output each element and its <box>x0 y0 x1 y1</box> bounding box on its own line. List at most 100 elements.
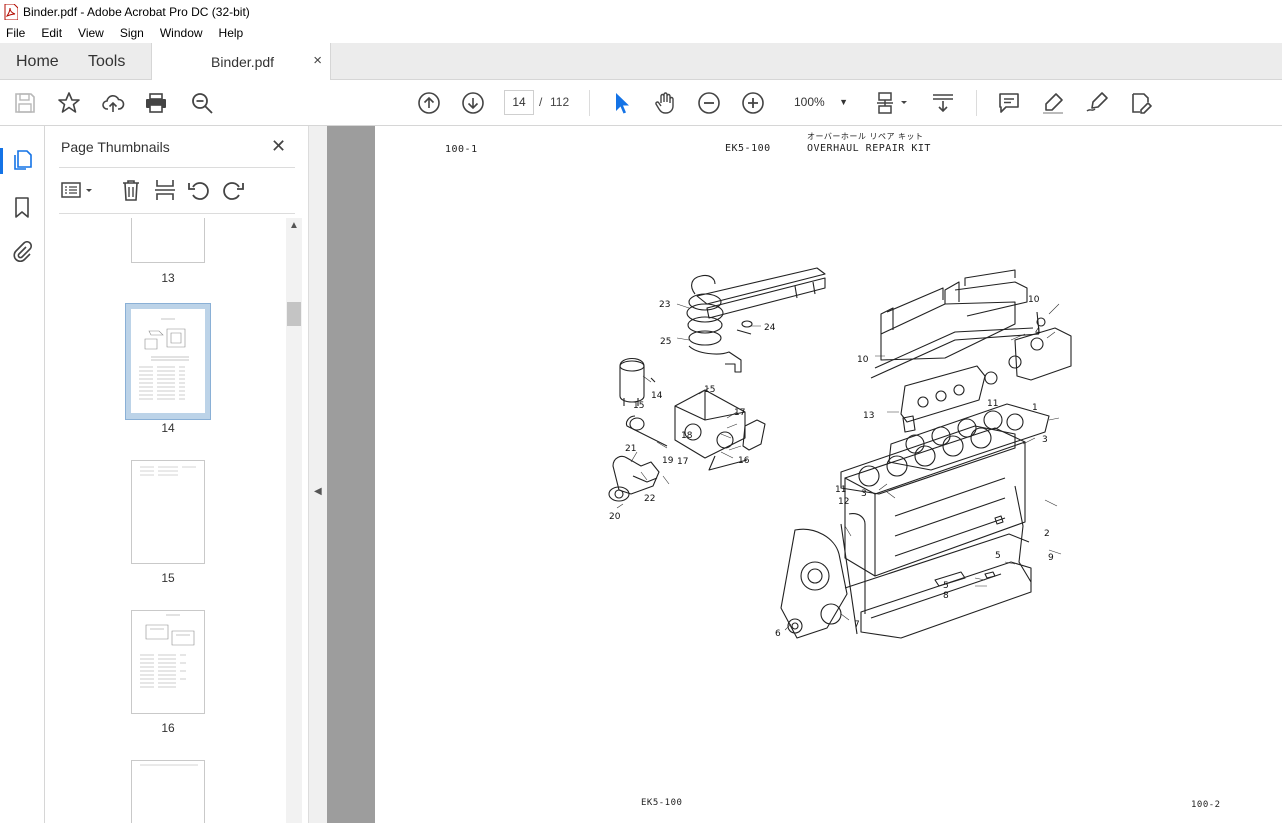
menu-sign[interactable]: Sign <box>118 26 146 40</box>
page-total: 112 <box>550 95 570 109</box>
callout-11: 11 <box>987 399 998 409</box>
draw-sign-icon[interactable] <box>1085 91 1109 115</box>
page-thumbnail[interactable] <box>131 760 205 823</box>
callout-3: 3 <box>1042 435 1048 445</box>
panel-collapse-strip[interactable]: ◀ <box>308 126 327 823</box>
page-fit-icon[interactable] <box>876 91 912 115</box>
save-icon[interactable] <box>13 91 37 115</box>
callout-25: 25 <box>660 337 671 347</box>
scrollbar-thumb[interactable] <box>287 302 301 326</box>
document-view[interactable]: 100-1 EK5-100 オーバーホール リペア キット OVERHAUL R… <box>327 126 1282 823</box>
page-thumbnail[interactable] <box>131 460 205 564</box>
thumbnail-preview <box>140 466 196 476</box>
callout-8: 8 <box>943 591 949 601</box>
highlight-pen-icon[interactable] <box>1041 91 1065 115</box>
cloud-upload-icon[interactable] <box>101 91 125 115</box>
edit-pdf-icon[interactable] <box>1129 91 1153 115</box>
exploded-parts-diagram: 1 2 3 3 4 5 5 6 7 8 9 10 10 11 11 12 13 … <box>608 267 1072 639</box>
callout-12: 12 <box>838 497 849 507</box>
callout-22: 22 <box>644 494 655 504</box>
panel-title: Page Thumbnails <box>61 139 170 155</box>
zoom-out-icon[interactable] <box>697 91 721 115</box>
divider <box>59 213 295 214</box>
zoom-value: 100% <box>794 95 825 109</box>
pdf-page: 100-1 EK5-100 オーバーホール リペア キット OVERHAUL R… <box>375 126 1282 823</box>
rotate-left-icon[interactable] <box>187 178 211 202</box>
callout-10b: 10 <box>857 355 869 365</box>
toolbar-divider <box>976 90 977 116</box>
collapse-arrow-icon[interactable]: ◀ <box>314 486 322 497</box>
scroll-mode-icon[interactable] <box>931 91 955 115</box>
menu-view[interactable]: View <box>76 26 106 40</box>
page-number-input[interactable]: 14 <box>504 90 534 115</box>
menu-file[interactable]: File <box>4 26 27 40</box>
thumbnail-label: 15 <box>161 571 175 585</box>
chevron-down-icon: ▼ <box>839 97 848 107</box>
thumbnail-options-icon[interactable] <box>61 178 95 202</box>
callout-17b: 17 <box>677 457 688 467</box>
callout-15b: 15 <box>633 401 644 411</box>
extract-pages-icon[interactable] <box>153 178 177 202</box>
callout-20: 20 <box>609 512 621 522</box>
zoom-dropdown[interactable]: 100% ▼ <box>788 90 854 115</box>
page-thumbnails-panel: Page Thumbnails ✕ 13 14 15 16 ▲ <box>45 126 308 823</box>
thumbnail-preview <box>139 318 189 400</box>
callout-5b: 5 <box>995 551 1001 561</box>
thumbnail-list: 13 14 15 16 <box>45 218 285 823</box>
menu-window[interactable]: Window <box>158 26 205 40</box>
attachment-icon[interactable] <box>11 241 33 263</box>
callout-7: 7 <box>854 620 860 630</box>
tab-home[interactable]: Home <box>16 43 59 80</box>
search-zoom-icon[interactable] <box>190 91 214 115</box>
callout-3b: 3 <box>861 489 867 499</box>
print-icon[interactable] <box>144 91 168 115</box>
callout-23: 23 <box>659 300 670 310</box>
callout-18: 18 <box>681 431 693 441</box>
thumbnail-preview <box>140 764 198 766</box>
menu-edit[interactable]: Edit <box>39 26 64 40</box>
hand-tool-icon[interactable] <box>653 91 677 115</box>
bookmark-icon[interactable] <box>11 196 33 218</box>
left-rail <box>0 126 45 823</box>
callout-15: 15 <box>704 385 715 395</box>
callout-10: 10 <box>1028 295 1040 305</box>
callout-9: 9 <box>1048 553 1054 563</box>
thumbnail-scrollbar[interactable]: ▲ <box>286 218 302 823</box>
callout-17: 17 <box>734 408 745 418</box>
callout-24: 24 <box>764 323 776 333</box>
close-tab-icon[interactable]: × <box>313 52 322 69</box>
tab-document[interactable]: Binder.pdf × <box>151 43 331 81</box>
menu-bar: File Edit View Sign Window Help <box>0 23 1282 43</box>
menu-help[interactable]: Help <box>217 26 246 40</box>
active-indicator <box>0 148 3 174</box>
callout-11b: 11 <box>835 485 846 495</box>
window-title: Binder.pdf - Adobe Acrobat Pro DC (32-bi… <box>23 4 250 19</box>
next-page-icon[interactable] <box>461 91 485 115</box>
divider <box>59 167 295 168</box>
previous-page-icon[interactable] <box>417 91 441 115</box>
callout-1: 1 <box>1032 403 1038 413</box>
rotate-right-icon[interactable] <box>221 178 245 202</box>
callout-19: 19 <box>662 456 674 466</box>
page-thumbnail[interactable] <box>131 218 205 263</box>
callout-6: 6 <box>775 629 781 639</box>
page-thumbnail[interactable] <box>131 309 205 413</box>
tab-tools[interactable]: Tools <box>88 43 125 80</box>
tab-bar: Home Tools Binder.pdf × <box>0 43 1282 81</box>
callout-13: 13 <box>863 411 874 421</box>
comment-icon[interactable] <box>997 91 1021 115</box>
star-icon[interactable] <box>57 91 81 115</box>
zoom-in-icon[interactable] <box>741 91 765 115</box>
acrobat-pdf-icon <box>4 3 18 20</box>
page-thumbnails-icon[interactable] <box>11 149 33 171</box>
select-cursor-icon[interactable] <box>609 91 633 115</box>
main-toolbar: 14 / 112 100% ▼ <box>0 80 1282 126</box>
callout-21: 21 <box>625 444 636 454</box>
toolbar-divider <box>589 90 590 116</box>
tab-document-label: Binder.pdf <box>211 54 275 70</box>
page-thumbnail[interactable] <box>131 610 205 714</box>
thumbnail-label: 14 <box>161 421 175 435</box>
close-panel-icon[interactable]: ✕ <box>271 136 286 157</box>
delete-page-icon[interactable] <box>119 178 143 202</box>
scroll-up-icon[interactable]: ▲ <box>289 220 299 231</box>
